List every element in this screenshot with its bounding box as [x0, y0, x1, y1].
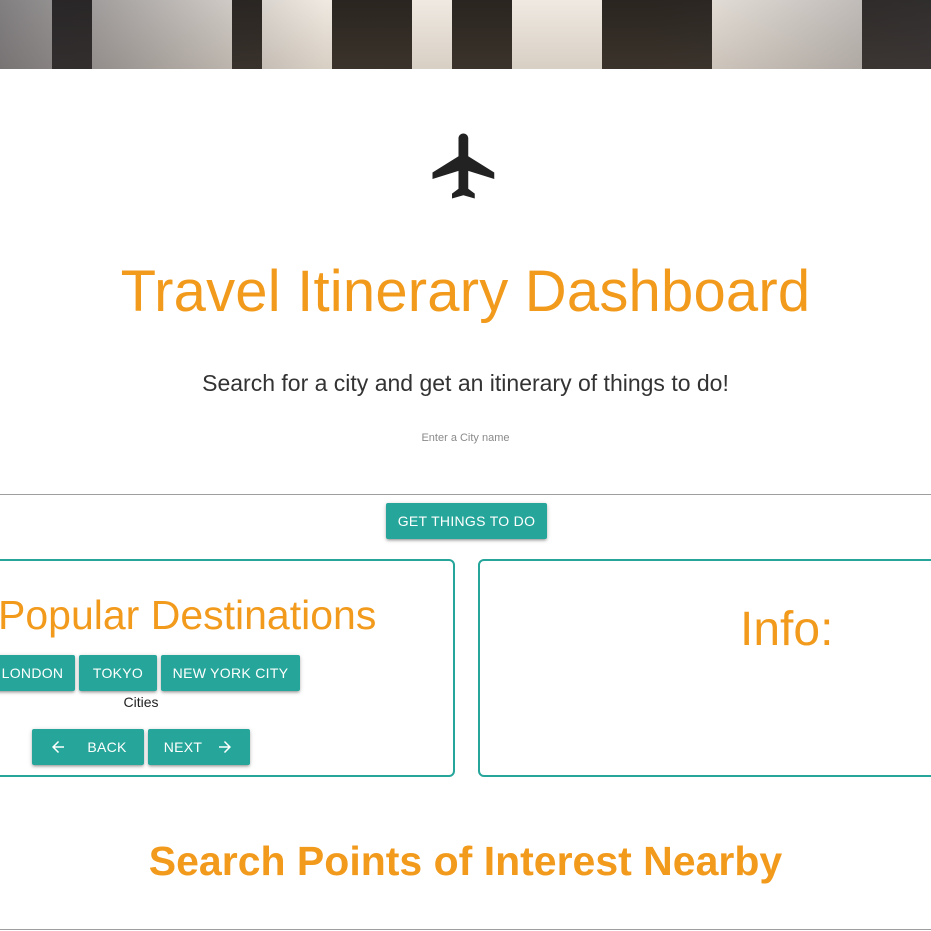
next-button-label: NEXT: [163, 739, 203, 755]
popular-destinations-title: Popular Destinations: [0, 592, 377, 638]
page-title: Travel Itinerary Dashboard: [120, 259, 811, 324]
bottom-divider: [0, 929, 931, 930]
arrow-left-icon: [49, 738, 67, 756]
info-title: Info:: [740, 603, 834, 656]
arrow-right-icon: [216, 738, 234, 756]
city-search-input[interactable]: [0, 428, 931, 495]
points-of-interest-title: Search Points of Interest Nearby: [148, 838, 783, 884]
get-things-to-do-button[interactable]: GET THINGS TO DO: [386, 503, 547, 539]
city-button-tokyo[interactable]: TOKYO: [79, 655, 157, 691]
info-card: [478, 559, 931, 777]
back-button[interactable]: BACK: [32, 729, 144, 765]
next-button[interactable]: NEXT: [148, 729, 250, 765]
airplane-icon: [432, 133, 495, 199]
hero-banner-image: [0, 0, 931, 69]
city-button-new-york-city[interactable]: NEW YORK CITY: [161, 655, 300, 691]
back-button-label: BACK: [87, 739, 127, 755]
cities-caption: Cities: [123, 694, 159, 710]
tagline: Search for a city and get an itinerary o…: [202, 370, 729, 396]
city-button-london[interactable]: LONDON: [0, 655, 75, 691]
